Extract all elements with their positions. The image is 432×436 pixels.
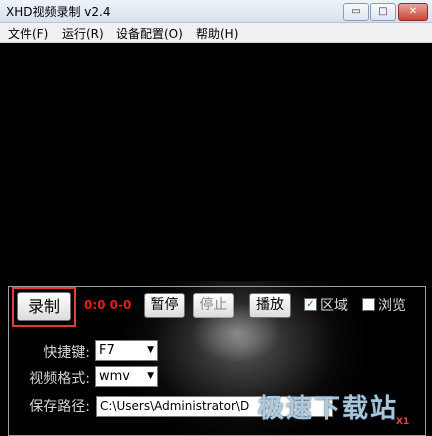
chevron-down-icon: ▼	[147, 371, 154, 381]
format-label: 视频格式:	[29, 371, 90, 387]
hotkey-label: 快捷键:	[43, 345, 90, 361]
menu-bar: 文件(F) 运行(R) 设备配置(O) 帮助(H)	[0, 23, 432, 43]
window-title: XHD视频录制 v2.4	[6, 5, 111, 19]
record-timer: 0:0 0-0	[84, 298, 132, 312]
hotkey-select[interactable]: F7 ▼	[95, 340, 158, 361]
watermark-logo: 极速下载站	[258, 394, 399, 424]
chevron-down-icon: ▼	[147, 345, 154, 355]
close-button[interactable]: ✕	[398, 3, 428, 21]
stop-button[interactable]: 停止	[193, 293, 234, 318]
save-path-label: 保存路径:	[29, 399, 90, 415]
hotkey-value: F7	[99, 343, 115, 358]
title-bar: XHD视频录制 v2.4 ▭ □ ✕	[0, 0, 432, 23]
record-button[interactable]: 录制	[17, 292, 71, 321]
region-label: 区域	[320, 298, 348, 314]
menu-file[interactable]: 文件(F)	[8, 25, 48, 42]
app-window: XHD视频录制 v2.4 ▭ □ ✕ 文件(F) 运行(R) 设备配置(O) 帮…	[0, 0, 432, 436]
browse-label: 浏览	[378, 298, 406, 314]
maximize-button[interactable]: □	[370, 3, 396, 21]
menu-device-config[interactable]: 设备配置(O)	[116, 25, 183, 42]
browse-checkbox[interactable]	[362, 298, 375, 311]
play-button[interactable]: 播放	[249, 293, 291, 318]
menu-run[interactable]: 运行(R)	[62, 25, 104, 42]
format-value: wmv	[99, 369, 130, 384]
menu-help[interactable]: 帮助(H)	[196, 25, 238, 42]
format-select[interactable]: wmv ▼	[95, 366, 158, 387]
minimize-button[interactable]: ▭	[343, 3, 369, 21]
region-checkbox[interactable]: ✓	[304, 298, 317, 311]
watermark-badge: X1	[396, 417, 410, 427]
pause-button[interactable]: 暂停	[144, 293, 185, 318]
